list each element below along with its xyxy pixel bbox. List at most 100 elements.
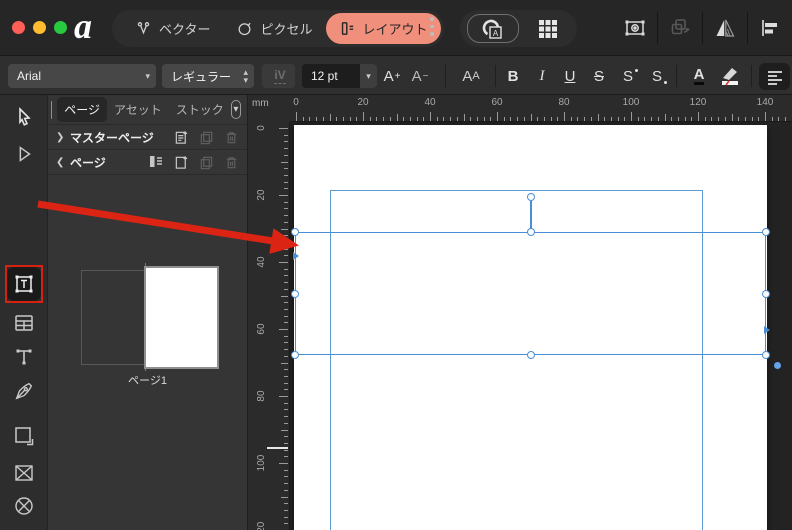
ruler-tick bbox=[284, 523, 288, 524]
ruler-tick bbox=[698, 112, 699, 121]
increase-size-button[interactable]: A+ bbox=[379, 64, 405, 88]
font-family-select[interactable]: Arial ▾ bbox=[8, 64, 156, 88]
ruler-label: 120 bbox=[690, 97, 707, 108]
ruler-label: 20 bbox=[357, 97, 368, 108]
panel-grip-handle[interactable] bbox=[51, 101, 52, 119]
place-image-tool[interactable] bbox=[7, 522, 41, 530]
ellipse-frame-tool[interactable] bbox=[7, 489, 41, 523]
ruler-tick bbox=[279, 262, 288, 263]
duplicate-master-button[interactable] bbox=[198, 129, 214, 145]
toolbar-divider bbox=[702, 12, 703, 44]
persona-pixel[interactable]: ピクセル bbox=[223, 13, 325, 44]
resize-handle-middle-left[interactable] bbox=[291, 290, 299, 298]
ruler-tick bbox=[510, 117, 511, 121]
persona-layout-label: レイアウト bbox=[363, 19, 428, 38]
grid-toggle[interactable] bbox=[526, 14, 570, 43]
persona-layout[interactable]: レイアウト bbox=[326, 13, 441, 44]
master-pages-section-header[interactable]: ❯ マスターページ bbox=[48, 125, 247, 150]
preview-button[interactable] bbox=[622, 12, 648, 44]
paragraph-alignment-button[interactable] bbox=[759, 63, 790, 90]
ruler-tick bbox=[281, 430, 288, 431]
chevron-down-icon[interactable]: ❮ bbox=[56, 157, 65, 168]
add-page-button[interactable] bbox=[173, 154, 189, 170]
selection-tool[interactable] bbox=[7, 137, 41, 171]
ruler-tick bbox=[470, 117, 471, 121]
tab-pages[interactable]: ページ bbox=[57, 97, 107, 122]
add-master-button[interactable] bbox=[173, 129, 189, 145]
pen-tool[interactable] bbox=[7, 374, 41, 408]
rectangle-frame-tool[interactable] bbox=[7, 456, 41, 490]
grid-icon bbox=[537, 18, 559, 40]
ruler-tick bbox=[390, 117, 391, 121]
section-manager-button[interactable] bbox=[148, 154, 164, 170]
ruler-tick bbox=[284, 302, 288, 303]
ruler-tick bbox=[284, 202, 288, 203]
contour-text-toggle[interactable]: A bbox=[467, 14, 519, 43]
app-window: a ベクター ピクセル レイアウト bbox=[0, 0, 792, 530]
resize-handle-middle-right[interactable] bbox=[762, 290, 770, 298]
vertical-ruler[interactable]: 020406080100120 bbox=[248, 122, 290, 530]
horizontal-ruler[interactable]: 020406080100120140 bbox=[248, 95, 792, 122]
highlight-color-button[interactable] bbox=[717, 64, 743, 88]
ruler-tick bbox=[284, 436, 288, 437]
duplicate-transform-button[interactable] bbox=[667, 12, 693, 44]
subscript-button[interactable]: S bbox=[644, 64, 670, 88]
italic-button[interactable]: I bbox=[529, 64, 555, 88]
document-viewport[interactable] bbox=[290, 122, 792, 530]
ruler-tick bbox=[497, 112, 498, 121]
ruler-tick bbox=[644, 117, 645, 121]
font-color-button[interactable]: A bbox=[686, 64, 712, 88]
duplicate-transform-icon bbox=[668, 16, 692, 40]
rotation-handle[interactable] bbox=[527, 193, 535, 201]
artistic-text-tool[interactable] bbox=[7, 340, 41, 374]
flip-button[interactable] bbox=[712, 12, 738, 44]
ruler-tick bbox=[450, 117, 451, 121]
facing-page-placeholder bbox=[81, 270, 146, 365]
resize-handle-top-left[interactable] bbox=[291, 228, 299, 236]
text-flow-out-handle[interactable] bbox=[764, 326, 770, 334]
font-size-select[interactable]: 12 pt ▾ bbox=[302, 64, 377, 88]
more-options-button[interactable] bbox=[425, 17, 439, 36]
chevron-right-icon[interactable]: ❯ bbox=[56, 132, 65, 143]
ruler-label: 20 bbox=[256, 185, 266, 205]
move-tool[interactable] bbox=[7, 100, 41, 134]
delete-page-button[interactable] bbox=[223, 154, 239, 170]
ruler-tick bbox=[284, 443, 288, 444]
ruler-tick bbox=[711, 117, 712, 121]
bold-button[interactable]: B bbox=[500, 64, 526, 88]
panel-menu-button[interactable]: ▾ bbox=[231, 100, 241, 119]
resize-handle-bottom-right[interactable] bbox=[762, 351, 770, 359]
table-tool[interactable] bbox=[7, 306, 41, 340]
duplicate-page-button[interactable] bbox=[198, 154, 214, 170]
zoom-button[interactable] bbox=[54, 21, 67, 34]
selected-text-frame[interactable] bbox=[295, 232, 766, 355]
capitalization-button[interactable]: AA bbox=[455, 64, 487, 88]
persona-vector[interactable]: ベクター bbox=[122, 13, 223, 44]
alignment-button[interactable] bbox=[757, 12, 783, 44]
ruler-tick bbox=[330, 114, 331, 121]
resize-handle-bottom-center[interactable] bbox=[527, 351, 535, 359]
underline-button[interactable]: U bbox=[557, 64, 583, 88]
ruler-tick bbox=[279, 128, 288, 129]
delete-master-button[interactable] bbox=[223, 129, 239, 145]
decrease-size-button[interactable]: A− bbox=[407, 64, 433, 88]
font-style-select[interactable]: レギュラー ▴▾ bbox=[162, 64, 254, 88]
tab-assets[interactable]: アセット bbox=[107, 97, 169, 122]
close-button[interactable] bbox=[12, 21, 25, 34]
page-1-thumbnail[interactable] bbox=[146, 268, 217, 367]
tab-stock[interactable]: ストック bbox=[169, 97, 231, 122]
ruler-tick bbox=[336, 117, 337, 121]
superscript-button[interactable]: S bbox=[615, 64, 641, 88]
strikethrough-button[interactable]: S bbox=[586, 64, 612, 88]
page-thumbnails: ページ1 bbox=[48, 175, 247, 355]
ruler-unit-corner[interactable]: mm bbox=[248, 95, 290, 122]
resize-handle-top-center[interactable] bbox=[527, 228, 535, 236]
rectangle-tool[interactable] bbox=[7, 419, 41, 453]
ruler-tick bbox=[284, 141, 288, 142]
resize-handle-bottom-left[interactable] bbox=[291, 351, 299, 359]
duplicate-icon bbox=[199, 130, 214, 145]
pages-section-header[interactable]: ❮ ページ bbox=[48, 150, 247, 175]
resize-handle-top-right[interactable] bbox=[762, 228, 770, 236]
minimize-button[interactable] bbox=[33, 21, 46, 34]
text-flow-in-handle[interactable] bbox=[293, 252, 299, 260]
